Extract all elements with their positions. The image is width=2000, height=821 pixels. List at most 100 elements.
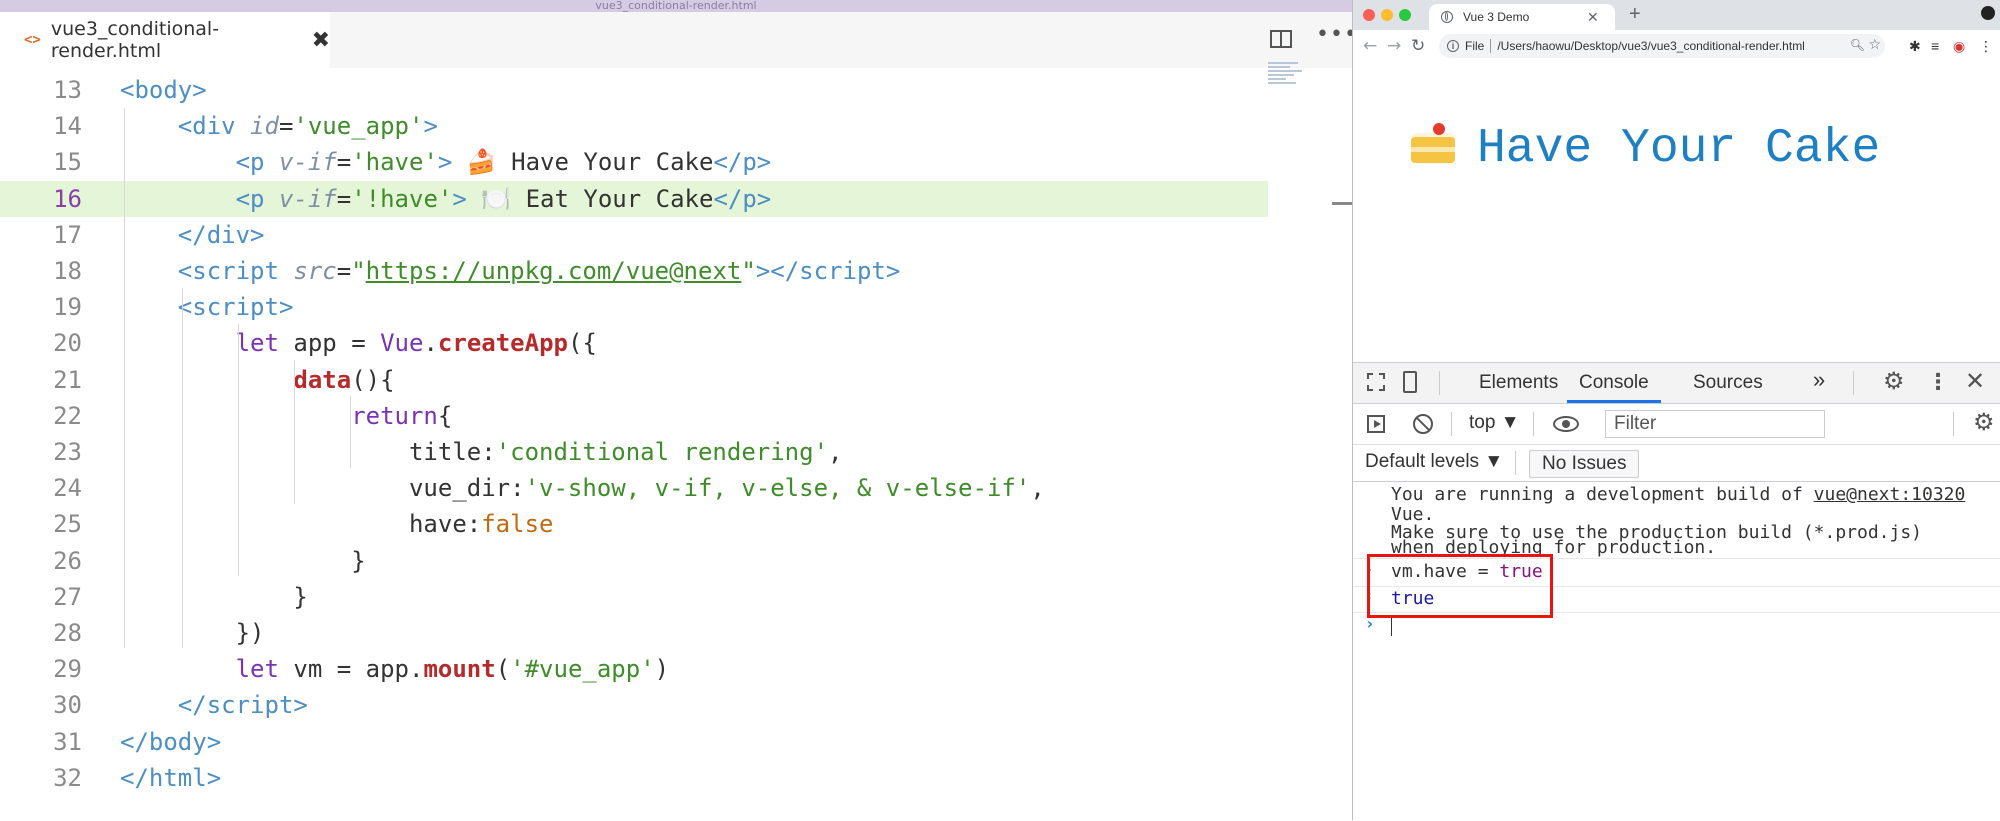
url-path: /Users/haowu/Desktop/vue3/vue3_condition… xyxy=(1497,39,1805,53)
address-bar[interactable]: i File /Users/haowu/Desktop/vue3/vue3_co… xyxy=(1439,34,1885,58)
code-text: return{ xyxy=(351,401,453,430)
context-select[interactable]: top ▼ xyxy=(1469,412,1520,434)
code-line[interactable]: 15 <p v-if='have'> 🍰 Have Your Cake</p> xyxy=(0,144,1268,180)
devtools-tab-bar: Elements Console Sources » ⚙ ⋮ ✕ xyxy=(1353,363,2000,404)
zoom-window-button[interactable] xyxy=(1399,9,1411,21)
reading-list-icon[interactable]: ≡ xyxy=(1931,38,1939,54)
minimize-window-button[interactable] xyxy=(1381,9,1393,21)
console-toolbar: top ▼ ⚙ xyxy=(1353,404,2000,445)
close-icon[interactable]: ✕ xyxy=(1587,9,1599,26)
divider xyxy=(1451,412,1452,436)
code-line[interactable]: 19 <script> xyxy=(0,289,1268,325)
page-heading: Have Your Cake xyxy=(1409,122,1880,176)
code-line[interactable]: 21 data(){ xyxy=(0,362,1268,398)
browser-tab[interactable]: Vue 3 Demo ✕ xyxy=(1429,4,1615,30)
line-number: 28 xyxy=(53,619,82,647)
indent-guide xyxy=(182,288,183,648)
code-text: let vm = app.mount('#vue_app') xyxy=(235,655,670,684)
code-line[interactable]: 28 }) xyxy=(0,615,1268,651)
devtools-panel: Elements Console Sources » ⚙ ⋮ ✕ top ▼ ⚙… xyxy=(1353,362,2000,821)
line-number: 30 xyxy=(53,691,82,720)
tab-console[interactable]: Console xyxy=(1567,363,1661,403)
code-line[interactable]: 16 <p v-if='!have'> 🍽️ Eat Your Cake</p> xyxy=(0,180,1268,217)
code-line[interactable]: 29 let vm = app.mount('#vue_app') xyxy=(0,651,1268,687)
code-area[interactable]: 13 <body> 14 <div id='vue_app'> 15 <p v-if=… xyxy=(0,72,1352,820)
browser-menu-icon[interactable]: ⋮ xyxy=(1979,38,1993,55)
kebab-menu-icon[interactable]: ⋮ xyxy=(1927,369,1949,395)
divider xyxy=(1953,412,1954,436)
console-levels-bar: Default levels ▼ No Issues xyxy=(1353,445,2000,482)
code-text: }) xyxy=(120,619,265,647)
console-message: You are running a development build of v… xyxy=(1353,482,2000,559)
gear-icon[interactable]: ⚙ xyxy=(1883,367,1905,396)
editor-tab-bar: <> vue3_conditional-render.html ✖ ••• xyxy=(0,12,1352,68)
browser-window: Vue 3 Demo ✕ + ← → ↻ i File /Users/haowu… xyxy=(1352,0,2000,821)
code-text: title:'conditional rendering', xyxy=(120,438,843,466)
code-line[interactable]: 24 vue_dir:'v-show, v-if, v-else, & v-el… xyxy=(0,470,1268,506)
back-arrow-icon[interactable]: ← xyxy=(1363,36,1377,56)
code-line[interactable]: 30 </script> xyxy=(0,687,1268,723)
code-text: </body> xyxy=(120,727,222,756)
levels-dropdown[interactable]: Default levels ▼ xyxy=(1365,451,1503,473)
console-settings-icon[interactable]: ⚙ xyxy=(1973,408,1995,437)
source-link[interactable]: vue@next:10320 xyxy=(1814,484,1966,505)
code-line[interactable]: 23 title:'conditional rendering', xyxy=(0,434,1268,470)
code-editor: vue3_conditional-render.html <> vue3_con… xyxy=(0,0,1352,820)
more-actions-icon[interactable]: ••• xyxy=(1316,22,1352,47)
more-tabs-icon[interactable]: » xyxy=(1813,367,1825,393)
code-text: <script src="https://unpkg.com/vue@next"… xyxy=(177,257,901,285)
tab-elements[interactable]: Elements xyxy=(1479,363,1558,403)
code-line[interactable]: 27 } xyxy=(0,579,1268,615)
editor-tab[interactable]: <> vue3_conditional-render.html ✖ xyxy=(0,12,330,68)
indent-guide xyxy=(294,360,295,504)
filter-input[interactable] xyxy=(1605,410,1825,438)
code-line[interactable]: 14 <div id='vue_app'> xyxy=(0,108,1268,144)
code-text: <div id='vue_app'> xyxy=(177,112,438,141)
url-scheme: File xyxy=(1465,39,1485,53)
code-line[interactable]: 13 <body> xyxy=(0,72,1268,108)
code-text: </div> xyxy=(177,220,265,249)
sidebar-toggle-icon[interactable] xyxy=(1367,415,1385,433)
extensions-icon[interactable]: ✱ xyxy=(1909,38,1921,55)
code-line[interactable]: 26 } xyxy=(0,543,1268,579)
close-icon[interactable]: ✕ xyxy=(1965,367,1985,396)
code-line[interactable]: 32 </html> xyxy=(0,760,1268,796)
line-number: 32 xyxy=(53,763,82,792)
console-output[interactable]: You are running a development build of v… xyxy=(1353,482,2000,821)
code-line[interactable]: 18 <script src="https://unpkg.com/vue@ne… xyxy=(0,253,1268,289)
bookmark-star-icon[interactable]: ☆ xyxy=(1868,36,1881,53)
line-number: 27 xyxy=(53,582,82,611)
text-caret xyxy=(1391,618,1392,636)
inspect-element-icon[interactable] xyxy=(1367,373,1385,391)
code-text: <script> xyxy=(177,293,294,322)
code-text: </html> xyxy=(120,763,222,792)
tab-sources[interactable]: Sources xyxy=(1693,363,1763,403)
cake-icon xyxy=(1409,123,1457,165)
eye-icon[interactable] xyxy=(1553,416,1579,432)
editor-tab-title: vue3_conditional-render.html xyxy=(50,18,220,62)
issues-button[interactable]: No Issues xyxy=(1529,450,1640,478)
code-line[interactable]: 22 return{ xyxy=(0,398,1268,434)
zoom-icon[interactable]: 🔍︎ xyxy=(1850,38,1865,52)
indent-guide xyxy=(124,108,125,648)
clear-console-icon[interactable] xyxy=(1413,414,1433,434)
profile-avatar-icon[interactable]: ◉ xyxy=(1953,38,1965,55)
line-number: 14 xyxy=(53,112,82,141)
divider xyxy=(1853,371,1854,395)
scrollbar-marker[interactable] xyxy=(1332,202,1352,205)
code-line[interactable]: 17 </div> xyxy=(0,217,1268,253)
tab-search-icon[interactable] xyxy=(1981,6,1995,20)
code-line[interactable]: 31 </body> xyxy=(0,724,1268,760)
device-toggle-icon[interactable] xyxy=(1403,371,1417,393)
close-icon[interactable]: ✖ xyxy=(312,28,330,53)
forward-arrow-icon[interactable]: → xyxy=(1387,36,1401,56)
reload-icon[interactable]: ↻ xyxy=(1411,36,1425,56)
new-tab-button[interactable]: + xyxy=(1629,3,1641,26)
code-text: let app = Vue.createApp({ xyxy=(235,329,597,358)
split-editor-icon[interactable] xyxy=(1270,30,1292,48)
close-window-button[interactable] xyxy=(1363,9,1375,21)
code-line[interactable]: 20 let app = Vue.createApp({ xyxy=(0,325,1268,361)
code-line[interactable]: 25 have:false xyxy=(0,506,1268,542)
info-icon[interactable]: i xyxy=(1447,40,1459,52)
minimap[interactable] xyxy=(1268,60,1308,104)
